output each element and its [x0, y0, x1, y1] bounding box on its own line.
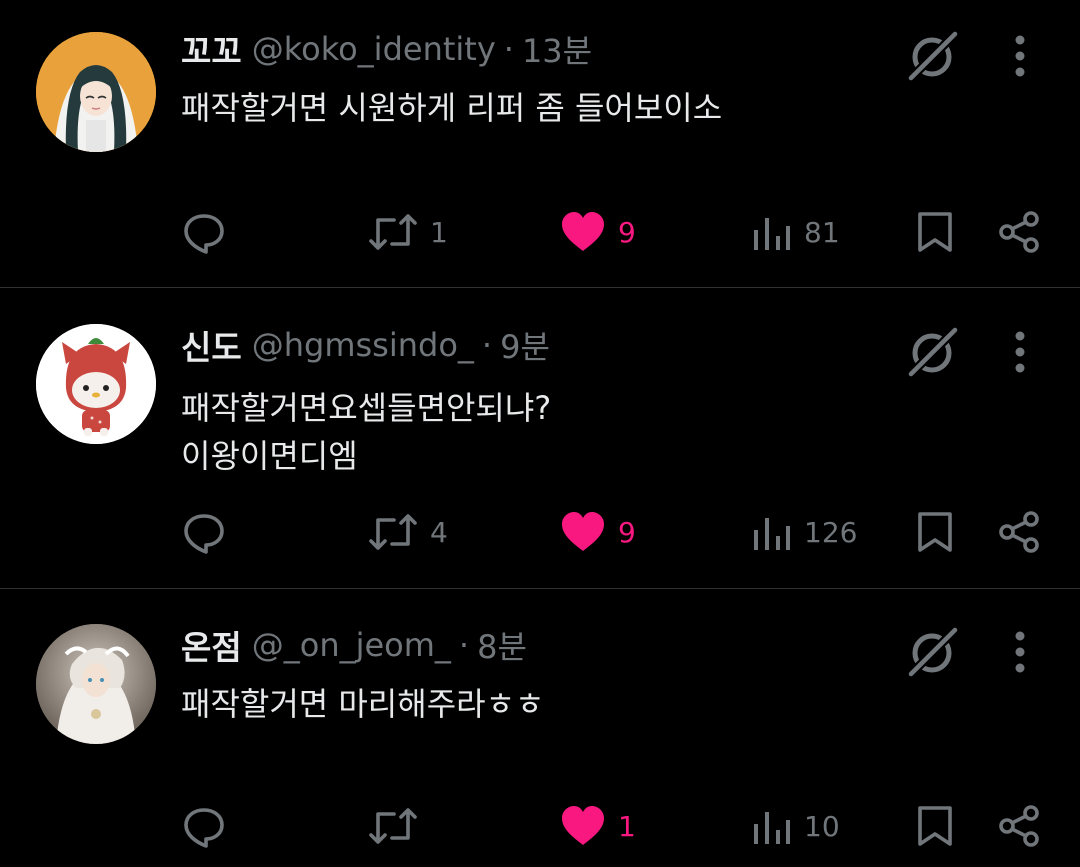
reply-icon	[184, 514, 224, 554]
repost-icon	[369, 214, 417, 250]
view-count: 126	[804, 515, 858, 549]
share-icon	[999, 211, 1039, 253]
views-chart-icon	[754, 518, 790, 550]
strawberry-cat-avatar-icon	[36, 324, 156, 444]
avatar[interactable]	[36, 324, 156, 444]
grok-button[interactable]	[905, 28, 961, 84]
views-chart-icon	[754, 812, 790, 844]
repost-button[interactable]: 1	[368, 202, 448, 262]
bookmark-icon	[918, 512, 952, 552]
post-time[interactable]: 8분	[477, 622, 527, 668]
bookmark-button[interactable]	[916, 502, 954, 562]
post-3[interactable]: 온점 @_on_jeom_ · 8분 패작할거면 마리해주라ㅎㅎ 1 10	[0, 620, 1080, 867]
reply-icon	[184, 214, 224, 254]
like-button[interactable]: 1	[560, 796, 636, 856]
more-vertical-icon	[1015, 331, 1025, 373]
more-options-button[interactable]	[1004, 32, 1036, 80]
repost-icon	[369, 514, 417, 550]
post-divider	[0, 588, 1080, 589]
share-icon	[999, 805, 1039, 847]
heart-filled-icon	[562, 806, 604, 845]
like-count: 1	[618, 809, 636, 843]
more-vertical-icon	[1015, 631, 1025, 673]
grok-icon	[905, 324, 961, 380]
views-button[interactable]: 126	[752, 502, 857, 562]
grok-icon	[905, 28, 961, 84]
reply-button[interactable]	[182, 502, 238, 562]
share-button[interactable]	[998, 796, 1040, 856]
user-handle[interactable]: @koko_identity	[252, 30, 496, 68]
separator-dot: ·	[458, 626, 470, 664]
bookmark-icon	[918, 212, 952, 252]
separator-dot: ·	[481, 326, 493, 364]
post-time[interactable]: 13분	[522, 26, 592, 72]
white-dress-character-avatar-icon	[36, 624, 156, 744]
grok-button[interactable]	[905, 624, 961, 680]
like-button[interactable]: 9	[560, 202, 636, 262]
repost-count: 1	[430, 215, 448, 249]
user-handle[interactable]: @_on_jeom_	[252, 626, 451, 664]
views-button[interactable]: 10	[752, 796, 840, 856]
more-vertical-icon	[1015, 35, 1025, 77]
more-options-button[interactable]	[1004, 328, 1036, 376]
grok-button[interactable]	[905, 324, 961, 380]
view-count: 10	[804, 809, 840, 843]
reply-button[interactable]	[182, 796, 238, 856]
repost-button[interactable]	[368, 796, 430, 856]
post-divider	[0, 287, 1080, 288]
post-2[interactable]: 신도 @hgmssindo_ · 9분 패작할거면요셉들면안되냐? 이왕이면디엠	[0, 320, 1080, 586]
repost-button[interactable]: 4	[368, 502, 448, 562]
share-icon	[999, 511, 1039, 553]
grok-icon	[905, 624, 961, 680]
bookmark-icon	[918, 806, 952, 846]
repost-count: 4	[430, 515, 448, 549]
like-count: 9	[618, 215, 636, 249]
bookmark-button[interactable]	[916, 796, 954, 856]
heart-filled-icon	[562, 212, 604, 251]
separator-dot: ·	[503, 30, 514, 68]
more-options-button[interactable]	[1004, 628, 1036, 676]
reply-button[interactable]	[182, 202, 238, 262]
like-button[interactable]: 9	[560, 502, 636, 562]
post-text: 패작할거면 시원하게 리퍼 좀 들어보이소	[181, 89, 723, 127]
heart-filled-icon	[562, 512, 604, 551]
views-chart-icon	[754, 218, 790, 250]
view-count: 81	[804, 215, 840, 249]
user-handle[interactable]: @hgmssindo_	[252, 326, 474, 364]
bookmark-button[interactable]	[916, 202, 954, 262]
post-text: 패작할거면 마리해주라ㅎㅎ	[181, 685, 545, 723]
post-text: 패작할거면요셉들면안되냐? 이왕이면디엠	[181, 389, 552, 475]
display-name[interactable]: 꼬꼬	[181, 25, 242, 73]
display-name[interactable]: 온점	[181, 621, 242, 669]
views-button[interactable]: 81	[752, 202, 840, 262]
post-1[interactable]: 꼬꼬 @koko_identity · 13분 패작할거면 시원하게 리퍼 좀 …	[0, 24, 1080, 286]
avatar[interactable]	[36, 624, 156, 744]
like-count: 9	[618, 515, 636, 549]
anime-girl-avatar-icon	[36, 32, 156, 152]
share-button[interactable]	[998, 202, 1040, 262]
repost-icon	[369, 808, 417, 844]
post-time[interactable]: 9분	[500, 322, 550, 368]
reply-icon	[184, 808, 224, 848]
avatar[interactable]	[36, 32, 156, 152]
display-name[interactable]: 신도	[181, 321, 242, 369]
share-button[interactable]	[998, 502, 1040, 562]
